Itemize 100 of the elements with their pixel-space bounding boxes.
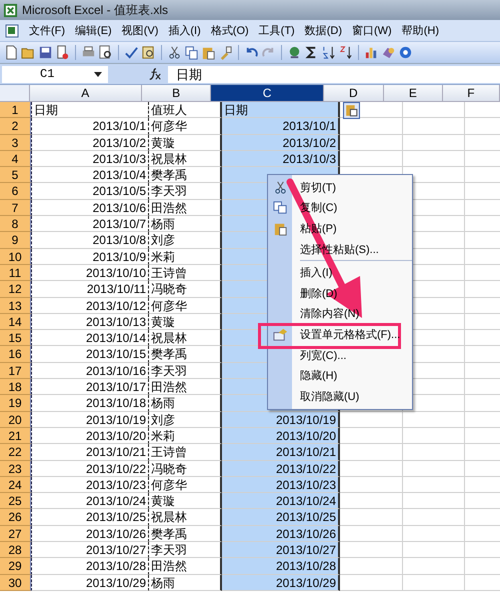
sort-ascending-icon[interactable] — [321, 45, 336, 60]
table-cell: 2013/10/25 — [31, 509, 149, 526]
save-icon[interactable] — [38, 45, 53, 60]
menu-item[interactable]: 插入(I) — [165, 23, 204, 38]
column-header[interactable]: E — [384, 85, 443, 102]
copy-icon — [272, 200, 288, 216]
context-menu-item[interactable]: 清除内容(N) — [268, 304, 412, 324]
column-header[interactable]: A — [30, 85, 142, 102]
workbook-icon[interactable] — [4, 22, 20, 38]
row-header[interactable]: 25 — [0, 493, 31, 510]
row-header[interactable]: 27 — [0, 526, 31, 542]
table-cell: 2013/10/14 — [31, 330, 149, 346]
table-cell: 2013/10/22 — [222, 460, 340, 477]
row-header[interactable]: 12 — [0, 281, 31, 298]
table-cell: 2013/10/20 — [222, 428, 340, 444]
row-header[interactable]: 20 — [0, 412, 31, 428]
column-header[interactable]: F — [442, 85, 500, 102]
format-painter-icon[interactable] — [218, 45, 233, 60]
row-header[interactable]: 23 — [0, 460, 31, 477]
formula-field[interactable]: 日期 — [168, 66, 500, 82]
column-header[interactable]: B — [142, 85, 212, 102]
context-menu-item[interactable]: 插入(I) — [268, 262, 412, 283]
table-cell: 2013/10/16 — [31, 362, 149, 380]
table-cell: 日期 — [31, 102, 149, 118]
context-menu-item[interactable]: 列宽(C)... — [268, 344, 412, 366]
cell-reference: C1 — [40, 67, 54, 81]
table-cell: 2013/10/18 — [31, 395, 149, 412]
row-header[interactable]: 19 — [0, 395, 31, 412]
table-cell: 2013/10/15 — [31, 346, 149, 363]
insert-function-icon[interactable] — [148, 67, 162, 81]
table-cell: 日期 — [222, 102, 340, 118]
menu-item[interactable]: 视图(V) — [118, 23, 162, 38]
row-header[interactable]: 26 — [0, 509, 31, 526]
research-icon[interactable] — [141, 45, 156, 60]
table-cell: 2013/10/19 — [31, 412, 149, 428]
context-menu-item[interactable]: 剪切(T) — [268, 177, 412, 198]
table-cell: 2013/10/24 — [222, 493, 340, 510]
format-cells-icon — [272, 326, 288, 342]
row-header[interactable]: 14 — [0, 314, 31, 330]
menu-item[interactable]: 工具(T) — [256, 23, 298, 38]
new-document-icon[interactable] — [4, 45, 19, 60]
row-header[interactable]: 9 — [0, 232, 31, 249]
column-header[interactable]: C — [211, 85, 324, 102]
row-header[interactable]: 15 — [0, 330, 31, 346]
row-header[interactable]: 21 — [0, 428, 31, 444]
row-header[interactable]: 22 — [0, 444, 31, 461]
menu-item[interactable]: 帮助(H) — [398, 23, 442, 38]
chart-icon[interactable] — [364, 45, 379, 60]
table-cell: 2013/10/27 — [222, 542, 340, 558]
row-header[interactable]: 28 — [0, 542, 31, 558]
scissors-icon — [272, 180, 288, 195]
row-header[interactable]: 11 — [0, 264, 31, 282]
table-cell: 2013/10/23 — [222, 476, 340, 494]
row-header[interactable]: 5 — [0, 167, 31, 184]
help-icon[interactable] — [398, 45, 413, 60]
context-menu-item[interactable]: 取消隐藏(U) — [268, 386, 412, 407]
print-preview-icon[interactable] — [98, 45, 113, 60]
row-header[interactable]: 18 — [0, 379, 31, 396]
row-header[interactable]: 6 — [0, 183, 31, 200]
paste-icon[interactable] — [201, 45, 216, 60]
drawing-icon[interactable] — [381, 45, 396, 60]
table-cell: 2013/10/7 — [31, 216, 149, 232]
table-cell: 2013/10/17 — [31, 379, 149, 396]
sort-descending-icon[interactable] — [338, 45, 353, 60]
row-header[interactable]: 10 — [0, 248, 31, 265]
row-header[interactable]: 29 — [0, 558, 31, 575]
menu-item[interactable]: 数据(D) — [302, 23, 345, 38]
row-header[interactable]: 24 — [0, 476, 31, 494]
row-header[interactable]: 2 — [0, 118, 31, 135]
table-cell: 2013/10/28 — [222, 558, 340, 575]
menu-item[interactable]: 文件(F) — [26, 23, 68, 38]
menu-item[interactable]: 格式(O) — [208, 23, 252, 38]
dropdown-arrow-icon[interactable] — [94, 72, 102, 76]
row-header[interactable]: 16 — [0, 346, 31, 363]
table-cell: 2013/10/3 — [31, 150, 149, 168]
row-header[interactable]: 17 — [0, 362, 31, 380]
row-header[interactable]: 30 — [0, 574, 31, 591]
row-header[interactable]: 13 — [0, 298, 31, 314]
context-menu-item[interactable]: 隐藏(H) — [268, 365, 412, 386]
row-header[interactable]: 7 — [0, 200, 31, 216]
copy-icon[interactable] — [184, 45, 199, 60]
permission-icon[interactable] — [55, 45, 70, 60]
table-cell: 2013/10/8 — [31, 232, 149, 249]
menu-item[interactable]: 窗口(W) — [349, 23, 395, 38]
table-cell: 2013/10/26 — [31, 526, 149, 542]
column-header[interactable]: D — [324, 85, 384, 102]
table-cell: 2013/10/24 — [31, 493, 149, 510]
hyperlink-icon[interactable] — [287, 45, 302, 60]
table-cell: 2013/10/20 — [31, 428, 149, 444]
row-header[interactable]: 3 — [0, 134, 31, 151]
cut-icon[interactable] — [167, 45, 182, 60]
row-header[interactable]: 4 — [0, 150, 31, 168]
spelling-icon[interactable] — [124, 45, 139, 60]
row-header[interactable]: 1 — [0, 102, 31, 118]
name-box[interactable]: C1 — [2, 66, 108, 82]
menu-item[interactable]: 编辑(E) — [72, 23, 115, 38]
row-header[interactable]: 8 — [0, 216, 31, 232]
table-cell: 2013/10/4 — [31, 167, 149, 184]
table-cell: 2013/10/26 — [222, 526, 340, 542]
paste-options-icon[interactable] — [343, 102, 360, 119]
